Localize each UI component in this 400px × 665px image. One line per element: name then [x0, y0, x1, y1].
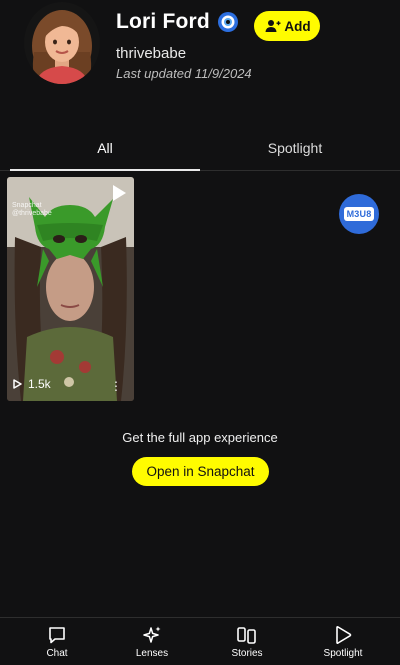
view-count-value: 1.5k	[28, 377, 51, 391]
promo-text: Get the full app experience	[122, 430, 278, 445]
nav-item-spotlight[interactable]: Spotlight	[303, 618, 383, 665]
watermark-username: @thrivebabe	[12, 210, 52, 217]
video-watermark: Snapchat @thrivebabe	[12, 202, 52, 218]
chat-icon	[49, 627, 65, 644]
tab-spotlight[interactable]: Spotlight	[200, 128, 390, 168]
spotlight-icon	[336, 626, 352, 644]
content-tabs: All Spotlight	[0, 128, 400, 171]
tab-all[interactable]: All	[10, 128, 200, 171]
open-in-snapchat-button[interactable]: Open in Snapchat	[132, 457, 269, 486]
play-outline-icon	[13, 379, 22, 389]
stories-icon	[237, 627, 256, 644]
nav-label-spotlight: Spotlight	[323, 648, 363, 659]
play-icon	[113, 185, 126, 201]
display-name: Lori Ford	[116, 10, 210, 33]
username: thrivebabe	[116, 45, 187, 62]
add-button-label: Add	[284, 18, 311, 34]
spotlight-video-tile[interactable]: Snapchat @thrivebabe 1.5k ⋮	[7, 177, 134, 401]
watermark-brand: Snapchat	[12, 202, 42, 209]
view-count: 1.5k	[13, 377, 51, 391]
nav-item-stories[interactable]: Stories	[207, 618, 287, 665]
avatar[interactable]	[24, 2, 100, 84]
lenses-icon	[143, 626, 161, 643]
nav-item-chat[interactable]: Chat	[17, 618, 97, 665]
nav-item-lenses[interactable]: Lenses	[112, 618, 192, 665]
bottom-nav: Chat Lenses Stories Spotlight	[0, 617, 400, 665]
last-updated: Last updated 11/9/2024	[116, 66, 252, 81]
nav-label-chat: Chat	[46, 648, 68, 659]
add-friend-button[interactable]: Add	[254, 11, 320, 41]
m3u8-download-button[interactable]: M3U8	[339, 194, 379, 234]
nav-label-lenses: Lenses	[135, 648, 169, 659]
more-options-icon[interactable]: ⋮	[110, 380, 122, 392]
verified-badge-icon	[217, 12, 238, 32]
profile-header: Lori Ford Add thrivebabe Last updated 11…	[0, 0, 400, 120]
add-person-icon	[265, 20, 281, 32]
nav-label-stories: Stories	[231, 648, 263, 659]
name-row: Lori Ford	[116, 10, 239, 34]
m3u8-label: M3U8	[343, 207, 375, 221]
